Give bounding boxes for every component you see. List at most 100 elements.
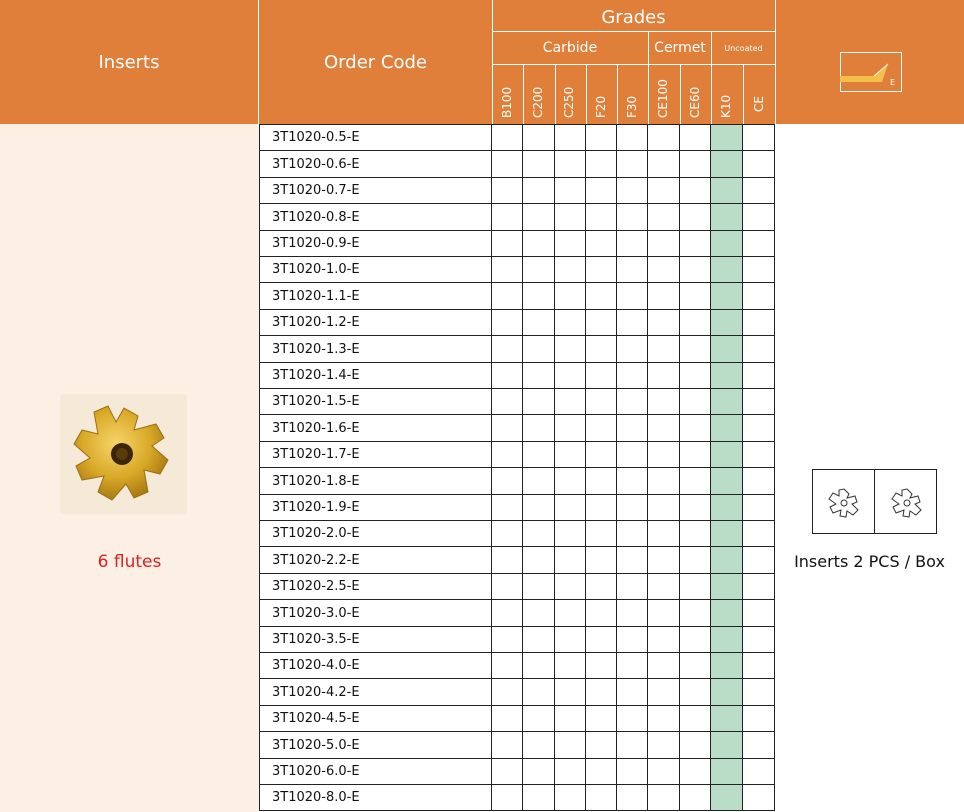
grade-cell bbox=[522, 494, 555, 521]
order-code-cell: 3T1020-1.3-E bbox=[259, 335, 492, 363]
grade-cell bbox=[585, 203, 617, 231]
grade-col-divider bbox=[523, 64, 524, 124]
grade-cell bbox=[742, 705, 775, 732]
order-code-cell: 3T1020-6.0-E bbox=[259, 758, 492, 785]
grade-cell bbox=[742, 388, 775, 415]
grade-cell bbox=[491, 177, 523, 204]
grade-cell bbox=[647, 705, 680, 732]
grade-cell bbox=[647, 256, 680, 283]
grade-cell bbox=[679, 494, 711, 521]
grade-cell bbox=[679, 705, 711, 732]
grade-cell bbox=[554, 494, 586, 521]
grade-cell bbox=[585, 256, 617, 283]
grade-cell bbox=[554, 573, 586, 600]
grade-cell bbox=[616, 494, 648, 521]
grade-cell bbox=[585, 177, 617, 204]
grade-cell bbox=[742, 124, 775, 151]
grade-cell-available bbox=[710, 599, 743, 627]
grade-code-c200: C200 bbox=[531, 86, 545, 118]
grade-cell bbox=[616, 678, 648, 706]
grade-cell bbox=[585, 230, 617, 257]
grade-cell-available bbox=[710, 414, 743, 442]
packaging-note: Inserts 2 PCS / Box bbox=[794, 552, 945, 571]
grade-cell-available bbox=[710, 203, 743, 231]
order-code-cell: 3T1020-1.6-E bbox=[259, 414, 492, 442]
grade-cell bbox=[491, 282, 523, 310]
grade-cell bbox=[679, 678, 711, 706]
edge-type-e-icon: E bbox=[840, 52, 902, 92]
grade-cell-available bbox=[710, 520, 743, 547]
order-code-cell: 3T1020-8.0-E bbox=[259, 784, 492, 811]
grade-cell bbox=[647, 388, 680, 415]
grade-cell bbox=[679, 362, 711, 389]
grade-code-ce: CE bbox=[752, 96, 766, 112]
grade-cell bbox=[554, 467, 586, 495]
grade-cell bbox=[522, 573, 555, 600]
grade-cell bbox=[679, 573, 711, 600]
grade-cell bbox=[585, 599, 617, 627]
grade-cell bbox=[522, 678, 555, 706]
grade-cell bbox=[585, 652, 617, 679]
grade-cell bbox=[554, 414, 586, 442]
grade-cell-available bbox=[710, 546, 743, 574]
grade-cell bbox=[522, 758, 555, 785]
grade-cell bbox=[554, 546, 586, 574]
inserts-header: Inserts bbox=[0, 0, 258, 124]
grade-cell bbox=[522, 467, 555, 495]
grade-col-divider bbox=[743, 64, 744, 124]
grade-cell bbox=[585, 467, 617, 495]
grade-cell bbox=[491, 784, 523, 811]
svg-text:E: E bbox=[890, 78, 895, 87]
grade-cell bbox=[742, 573, 775, 600]
grade-cell bbox=[491, 388, 523, 415]
grade-cell bbox=[522, 546, 555, 574]
grade-cell-available bbox=[710, 573, 743, 600]
grade-cell bbox=[585, 335, 617, 363]
grade-cell bbox=[679, 309, 711, 336]
grade-cell bbox=[616, 784, 648, 811]
grade-cell bbox=[554, 520, 586, 547]
grade-cell-available bbox=[710, 758, 743, 785]
grade-cell bbox=[554, 256, 586, 283]
header-divider bbox=[492, 31, 775, 32]
grade-cell bbox=[554, 705, 586, 732]
grade-cell bbox=[647, 520, 680, 547]
grade-cell bbox=[491, 150, 523, 178]
grade-cell bbox=[491, 705, 523, 732]
grade-cell bbox=[647, 203, 680, 231]
order-code-cell: 3T1020-5.0-E bbox=[259, 731, 492, 759]
grade-cell bbox=[647, 758, 680, 785]
grade-cell bbox=[647, 652, 680, 679]
grade-cell bbox=[647, 282, 680, 310]
grade-cell bbox=[585, 150, 617, 178]
grade-cell bbox=[647, 414, 680, 442]
grade-cell bbox=[491, 599, 523, 627]
grade-cell bbox=[742, 230, 775, 257]
grade-cell bbox=[742, 652, 775, 679]
grade-cell bbox=[554, 203, 586, 231]
grade-cell bbox=[679, 124, 711, 151]
grade-cell bbox=[585, 441, 617, 468]
grade-cell-available bbox=[710, 150, 743, 178]
grade-cell bbox=[491, 124, 523, 151]
grade-cell bbox=[554, 758, 586, 785]
order-code-cell: 3T1020-3.0-E bbox=[259, 599, 492, 627]
catalog-table: Inserts Order Code Grades Carbide Cermet… bbox=[0, 0, 964, 812]
grade-cell bbox=[522, 520, 555, 547]
grade-cell bbox=[616, 388, 648, 415]
grade-cell bbox=[742, 678, 775, 706]
order-code-cell: 3T1020-1.7-E bbox=[259, 441, 492, 468]
header-divider bbox=[258, 0, 259, 124]
grade-cell bbox=[522, 282, 555, 310]
grade-cell bbox=[522, 230, 555, 257]
grade-cell bbox=[491, 335, 523, 363]
grade-cell bbox=[742, 203, 775, 231]
grade-cell bbox=[679, 731, 711, 759]
order-code-header: Order Code bbox=[259, 0, 492, 124]
grade-cell bbox=[647, 177, 680, 204]
grade-cell-available bbox=[710, 388, 743, 415]
grade-cell bbox=[679, 414, 711, 442]
grade-cell bbox=[491, 546, 523, 574]
grade-col-divider bbox=[555, 64, 556, 124]
grade-cell bbox=[554, 678, 586, 706]
